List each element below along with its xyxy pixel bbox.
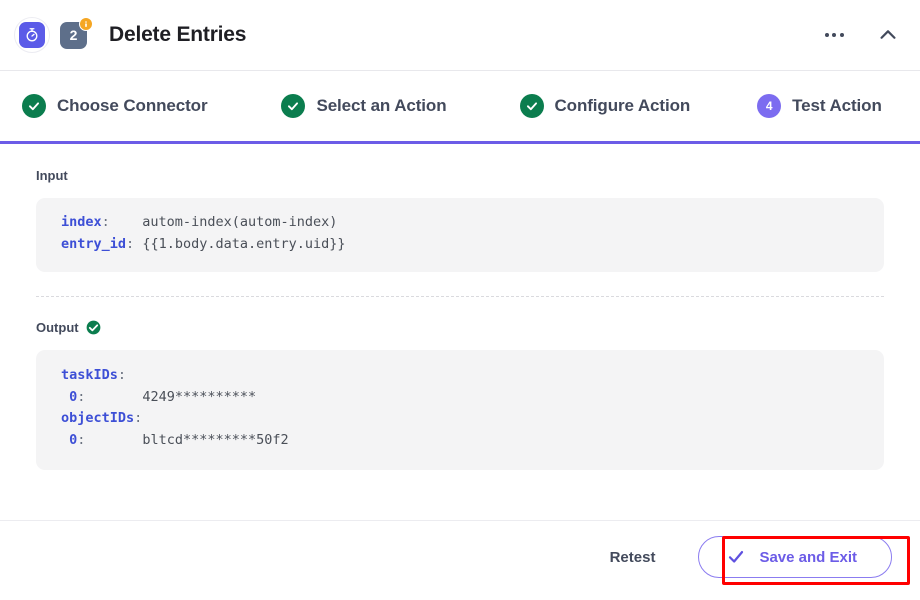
retest-button[interactable]: Retest bbox=[600, 541, 666, 574]
header-actions bbox=[820, 21, 902, 49]
step-label: Test Action bbox=[792, 96, 882, 115]
output-row: taskIDs: bbox=[61, 365, 862, 387]
colon: : bbox=[117, 366, 127, 383]
check-icon bbox=[519, 94, 544, 118]
step-test-action[interactable]: 4 Test Action bbox=[757, 94, 882, 118]
output-value: 4249********** bbox=[142, 388, 257, 405]
input-value: {{1.body.data.entry.uid}} bbox=[142, 235, 346, 252]
step-choose-connector[interactable]: Choose Connector bbox=[22, 94, 208, 118]
output-key: taskIDs bbox=[61, 366, 118, 383]
output-row: objectIDs: bbox=[61, 408, 862, 430]
input-label-text: Input bbox=[36, 168, 68, 183]
input-section-label: Input bbox=[36, 168, 884, 183]
colon: : bbox=[126, 235, 135, 252]
colon: : bbox=[101, 214, 110, 230]
step-number-badge: 4 bbox=[757, 94, 782, 118]
check-icon bbox=[281, 94, 306, 118]
output-key: objectIDs bbox=[61, 410, 135, 427]
check-circle-icon bbox=[86, 320, 101, 335]
input-row: entry_id: {{1.body.data.entry.uid}} bbox=[61, 234, 862, 256]
app-icon-container bbox=[14, 17, 50, 53]
output-row: 0: bltcd*********50f2 bbox=[61, 430, 862, 452]
input-value: autom-index(autom-index) bbox=[142, 214, 338, 230]
chevron-up-icon[interactable] bbox=[874, 21, 902, 49]
step-navigation: Choose Connector Select an Action Config… bbox=[0, 71, 920, 144]
ellipsis-icon[interactable] bbox=[820, 21, 848, 49]
check-icon bbox=[727, 548, 745, 566]
step-label: Configure Action bbox=[554, 96, 691, 115]
output-row: 0: 4249********** bbox=[61, 387, 862, 409]
info-badge-icon bbox=[79, 16, 93, 31]
ellipsis-dots bbox=[824, 33, 844, 37]
step-configure-action[interactable]: Configure Action bbox=[519, 94, 691, 118]
step-label: Choose Connector bbox=[57, 96, 208, 115]
stopwatch-icon bbox=[19, 22, 45, 48]
input-row: index: autom-index(autom-index) bbox=[61, 212, 862, 234]
save-and-exit-button[interactable]: Save and Exit bbox=[698, 536, 892, 578]
step-number-chip-container[interactable]: 2 bbox=[60, 16, 93, 49]
card-header: 2 Delete Entries bbox=[0, 0, 920, 71]
output-value: bltcd*********50f2 bbox=[142, 432, 289, 449]
output-code-block: taskIDs: 0: 4249********** objectIDs: 0:… bbox=[36, 349, 884, 470]
colon: : bbox=[134, 410, 143, 427]
step-select-an-action[interactable]: Select an Action bbox=[281, 94, 447, 118]
save-and-exit-label: Save and Exit bbox=[759, 548, 857, 566]
input-key: index bbox=[61, 214, 102, 230]
test-action-card: 2 Delete Entries Choose Connector Select… bbox=[0, 0, 920, 600]
step-label: Select an Action bbox=[316, 96, 447, 115]
page-title: Delete Entries bbox=[109, 23, 247, 46]
card-footer: Retest Save and Exit bbox=[0, 520, 920, 593]
output-section-label: Output bbox=[36, 320, 884, 335]
card-body: Input index: autom-index(autom-index) en… bbox=[0, 144, 920, 490]
input-key: entry_id bbox=[61, 235, 127, 252]
output-label-text: Output bbox=[36, 319, 79, 335]
input-code-block: index: autom-index(autom-index) entry_id… bbox=[36, 198, 884, 272]
check-icon bbox=[22, 94, 46, 118]
